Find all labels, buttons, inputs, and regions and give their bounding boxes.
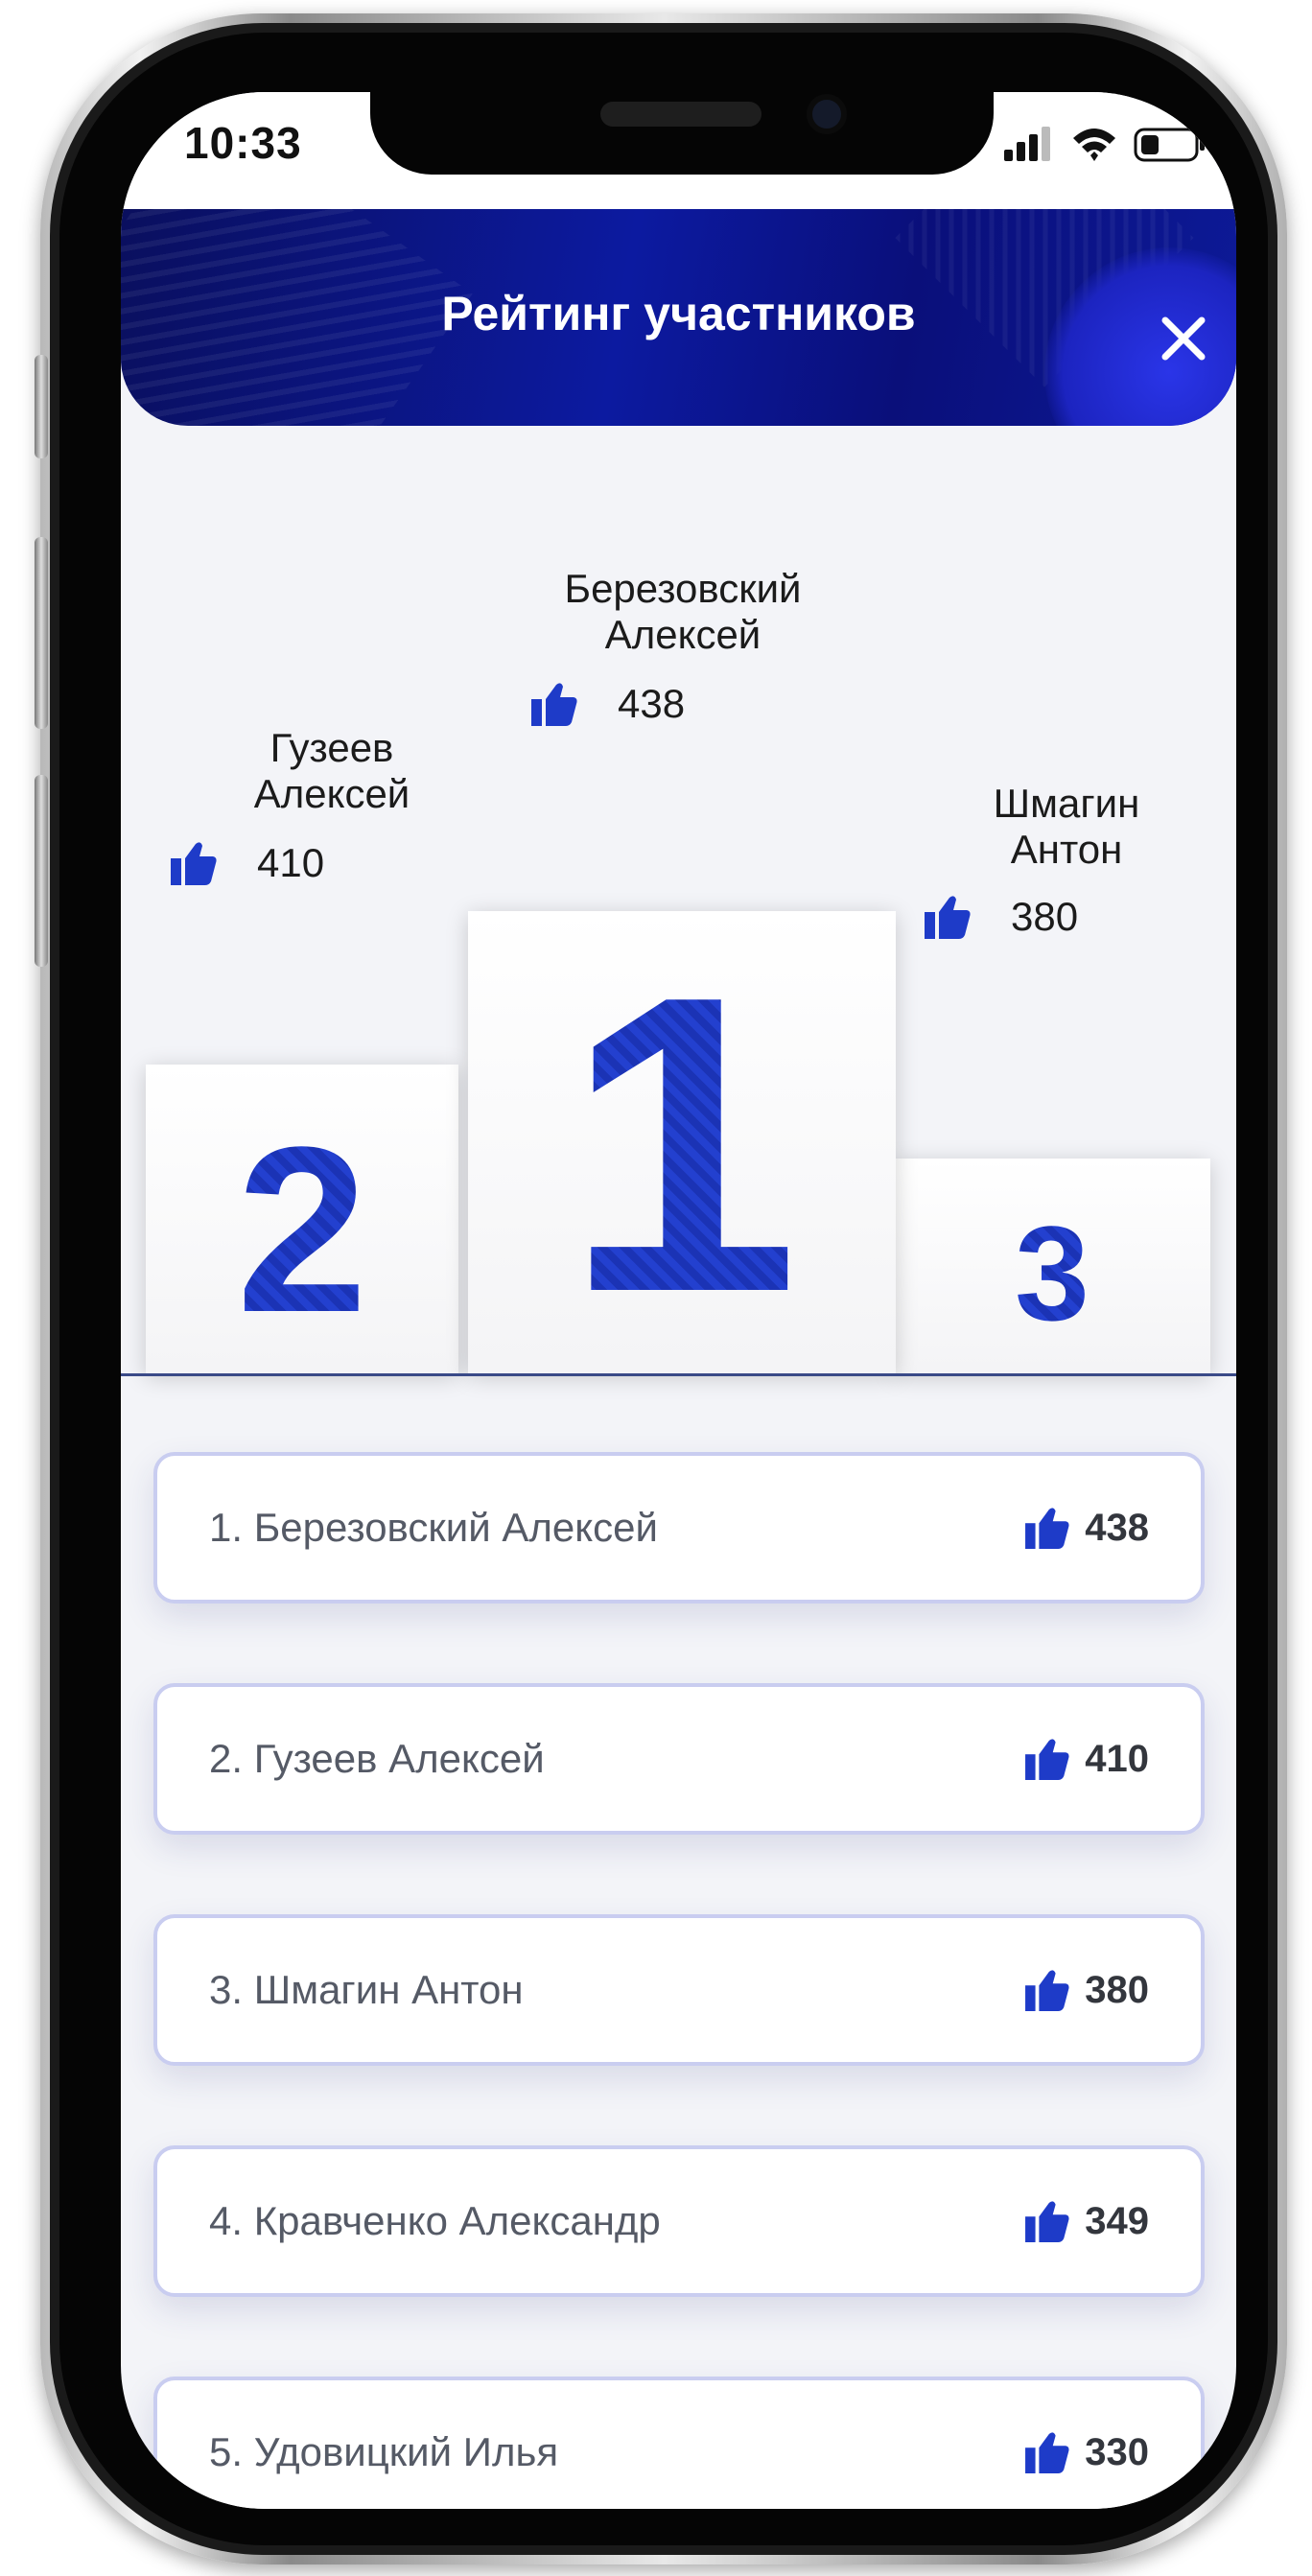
leaderboard-row[interactable]: 2. Гузеев Алексей 410 — [153, 1683, 1205, 1835]
cellular-signal-icon — [1004, 127, 1050, 161]
podium: Березовский Алексей 438 Гузеев Алексей 4… — [121, 426, 1236, 1375]
podium-first-name: Березовский Алексей — [481, 566, 884, 658]
podium-block-first: 1 — [468, 911, 896, 1373]
thumbs-up-icon — [1025, 1508, 1069, 1549]
thumbs-up-icon — [171, 842, 217, 885]
leaderboard-row[interactable]: 3. Шмагин Антон 380 — [153, 1914, 1205, 2066]
podium-third-likes: 380 — [925, 894, 1078, 940]
front-camera — [807, 94, 847, 134]
podium-second-given-name: Алексей — [253, 771, 410, 816]
podium-second-surname: Гузеев — [269, 725, 394, 770]
leaderboard-row[interactable]: 1. Березовский Алексей 438 — [153, 1452, 1205, 1604]
leaderboard-row[interactable]: 5. Удовицкий Илья 330 — [153, 2377, 1205, 2509]
podium-floor-line — [121, 1373, 1236, 1376]
leaderboard-row-score: 410 — [1025, 1738, 1149, 1781]
leaderboard-row-score: 330 — [1025, 2431, 1149, 2474]
thumbs-up-icon — [925, 896, 971, 939]
podium-third-name: Шмагин Антон — [923, 781, 1210, 873]
leaderboard-row-score: 380 — [1025, 1969, 1149, 2012]
podium-first-surname: Березовский — [564, 566, 802, 611]
page-header: Рейтинг участников — [121, 209, 1236, 426]
leaderboard-row-score-value: 349 — [1085, 2199, 1149, 2242]
podium-third-likes-count: 380 — [1011, 894, 1079, 939]
silent-switch — [35, 355, 48, 458]
app-screen: 10:33 Рейтинг участников Березовский Але… — [121, 92, 1236, 2509]
podium-second-name: Гузеев Алексей — [188, 725, 476, 817]
thumbs-up-icon — [1025, 2432, 1069, 2473]
page-title: Рейтинг участников — [441, 287, 916, 340]
speaker-grille — [600, 102, 761, 127]
leaderboard-row-score-value: 438 — [1085, 1506, 1149, 1549]
notch — [370, 92, 994, 175]
leaderboard-row-score: 349 — [1025, 2200, 1149, 2243]
podium-block-second: 2 — [146, 1065, 458, 1373]
leaderboard-row-name: 3. Шмагин Антон — [209, 1967, 524, 2012]
close-icon[interactable] — [1148, 303, 1219, 374]
podium-first-likes-count: 438 — [618, 681, 686, 726]
status-icons — [1004, 127, 1205, 162]
podium-third-given-name: Антон — [1010, 827, 1123, 872]
podium-first-given-name: Алексей — [604, 612, 761, 657]
thumbs-up-icon — [531, 683, 577, 726]
battery-icon — [1134, 128, 1205, 162]
leaderboard-row-score: 438 — [1025, 1507, 1149, 1550]
podium-place-second: 2 — [236, 1098, 368, 1362]
thumbs-up-icon — [1025, 2201, 1069, 2242]
leaderboard-list: 1. Березовский Алексей 438 2. Гузеев Але… — [153, 1452, 1205, 2509]
thumbs-up-icon — [1025, 1739, 1069, 1780]
volume-up-button — [35, 537, 48, 729]
status-bar: 10:33 — [121, 92, 1236, 209]
leaderboard-row-name: 1. Березовский Алексей — [209, 1505, 658, 1550]
podium-place-third: 3 — [1015, 1198, 1089, 1348]
podium-third-surname: Шмагин — [993, 781, 1140, 826]
leaderboard-row[interactable]: 4. Кравченко Александр 349 — [153, 2145, 1205, 2297]
status-time: 10:33 — [184, 118, 302, 168]
leaderboard-row-name: 5. Удовицкий Илья — [209, 2429, 559, 2474]
podium-second-likes: 410 — [171, 840, 324, 886]
thumbs-up-icon — [1025, 1970, 1069, 2011]
podium-place-first: 1 — [564, 909, 800, 1380]
wifi-icon — [1073, 129, 1115, 161]
podium-block-third: 3 — [894, 1159, 1210, 1373]
podium-second-likes-count: 410 — [257, 840, 325, 885]
podium-first-likes: 438 — [531, 681, 685, 727]
leaderboard-row-score-value: 410 — [1085, 1737, 1149, 1780]
leaderboard-row-score-value: 330 — [1085, 2430, 1149, 2473]
leaderboard-row-name: 4. Кравченко Александр — [209, 2198, 661, 2243]
leaderboard-row-score-value: 380 — [1085, 1968, 1149, 2011]
leaderboard-row-name: 2. Гузеев Алексей — [209, 1736, 545, 1781]
volume-down-button — [35, 775, 48, 967]
